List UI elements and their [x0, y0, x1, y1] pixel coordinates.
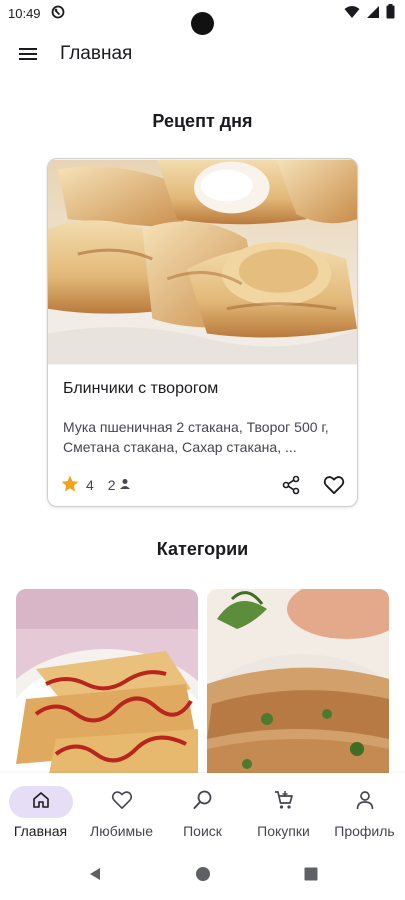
status-time: 10:49 [8, 5, 41, 21]
home-icon [31, 790, 51, 815]
sync-icon [51, 5, 65, 22]
servings-value: 2 [107, 477, 116, 493]
person-icon [355, 790, 375, 815]
category-card[interactable] [207, 589, 389, 789]
bottom-navigation: Главная Любимые Поиск Покупки Профиль [0, 773, 405, 853]
rating-value: 4 [86, 477, 94, 493]
back-icon[interactable] [87, 866, 103, 887]
nav-label: Покупки [257, 823, 310, 839]
category-image [16, 589, 198, 789]
cart-icon [273, 789, 295, 816]
top-app-bar: Главная [0, 30, 405, 78]
recipe-footer: 4 2 [60, 473, 345, 497]
person-small-icon [119, 477, 131, 493]
signal-icon [366, 5, 380, 22]
share-icon[interactable] [281, 475, 301, 495]
home-circle-icon[interactable] [195, 866, 211, 887]
page-title: Главная [60, 43, 133, 64]
system-navigation [0, 853, 405, 900]
servings: 2 [108, 477, 131, 493]
menu-icon[interactable] [16, 42, 40, 66]
recipe-of-day-heading: Рецепт дня [152, 111, 253, 131]
recipe-image [48, 159, 357, 365]
nav-item-shopping[interactable]: Покупки [243, 786, 324, 839]
nav-item-favorites[interactable]: Любимые [81, 786, 162, 839]
nav-label: Профиль [334, 823, 395, 839]
nav-label: Поиск [183, 823, 222, 839]
category-image [207, 589, 389, 789]
nav-label: Главная [13, 823, 68, 839]
recents-icon[interactable] [303, 866, 319, 887]
category-card[interactable] [16, 589, 198, 789]
nav-item-profile[interactable]: Профиль [324, 786, 405, 839]
recipe-name: Блинчики с творогом [63, 380, 219, 397]
favorite-heart-icon[interactable] [323, 475, 345, 495]
nav-item-home[interactable]: Главная [0, 786, 81, 839]
nav-label: Любимые [90, 823, 153, 839]
wifi-icon [344, 5, 360, 22]
recipe-ingredients: Мука пшеничная 2 стакана, Творог 500 г, … [63, 419, 329, 455]
battery-icon [386, 4, 395, 22]
heart-icon [111, 790, 133, 815]
categories-heading: Категории [156, 539, 249, 559]
rating: 4 [60, 474, 94, 497]
nav-item-search[interactable]: Поиск [162, 786, 243, 839]
star-icon [60, 474, 80, 497]
recipe-of-day-card[interactable]: Блинчики с творогом Мука пшеничная 2 ста… [47, 158, 358, 507]
search-icon [192, 789, 214, 816]
